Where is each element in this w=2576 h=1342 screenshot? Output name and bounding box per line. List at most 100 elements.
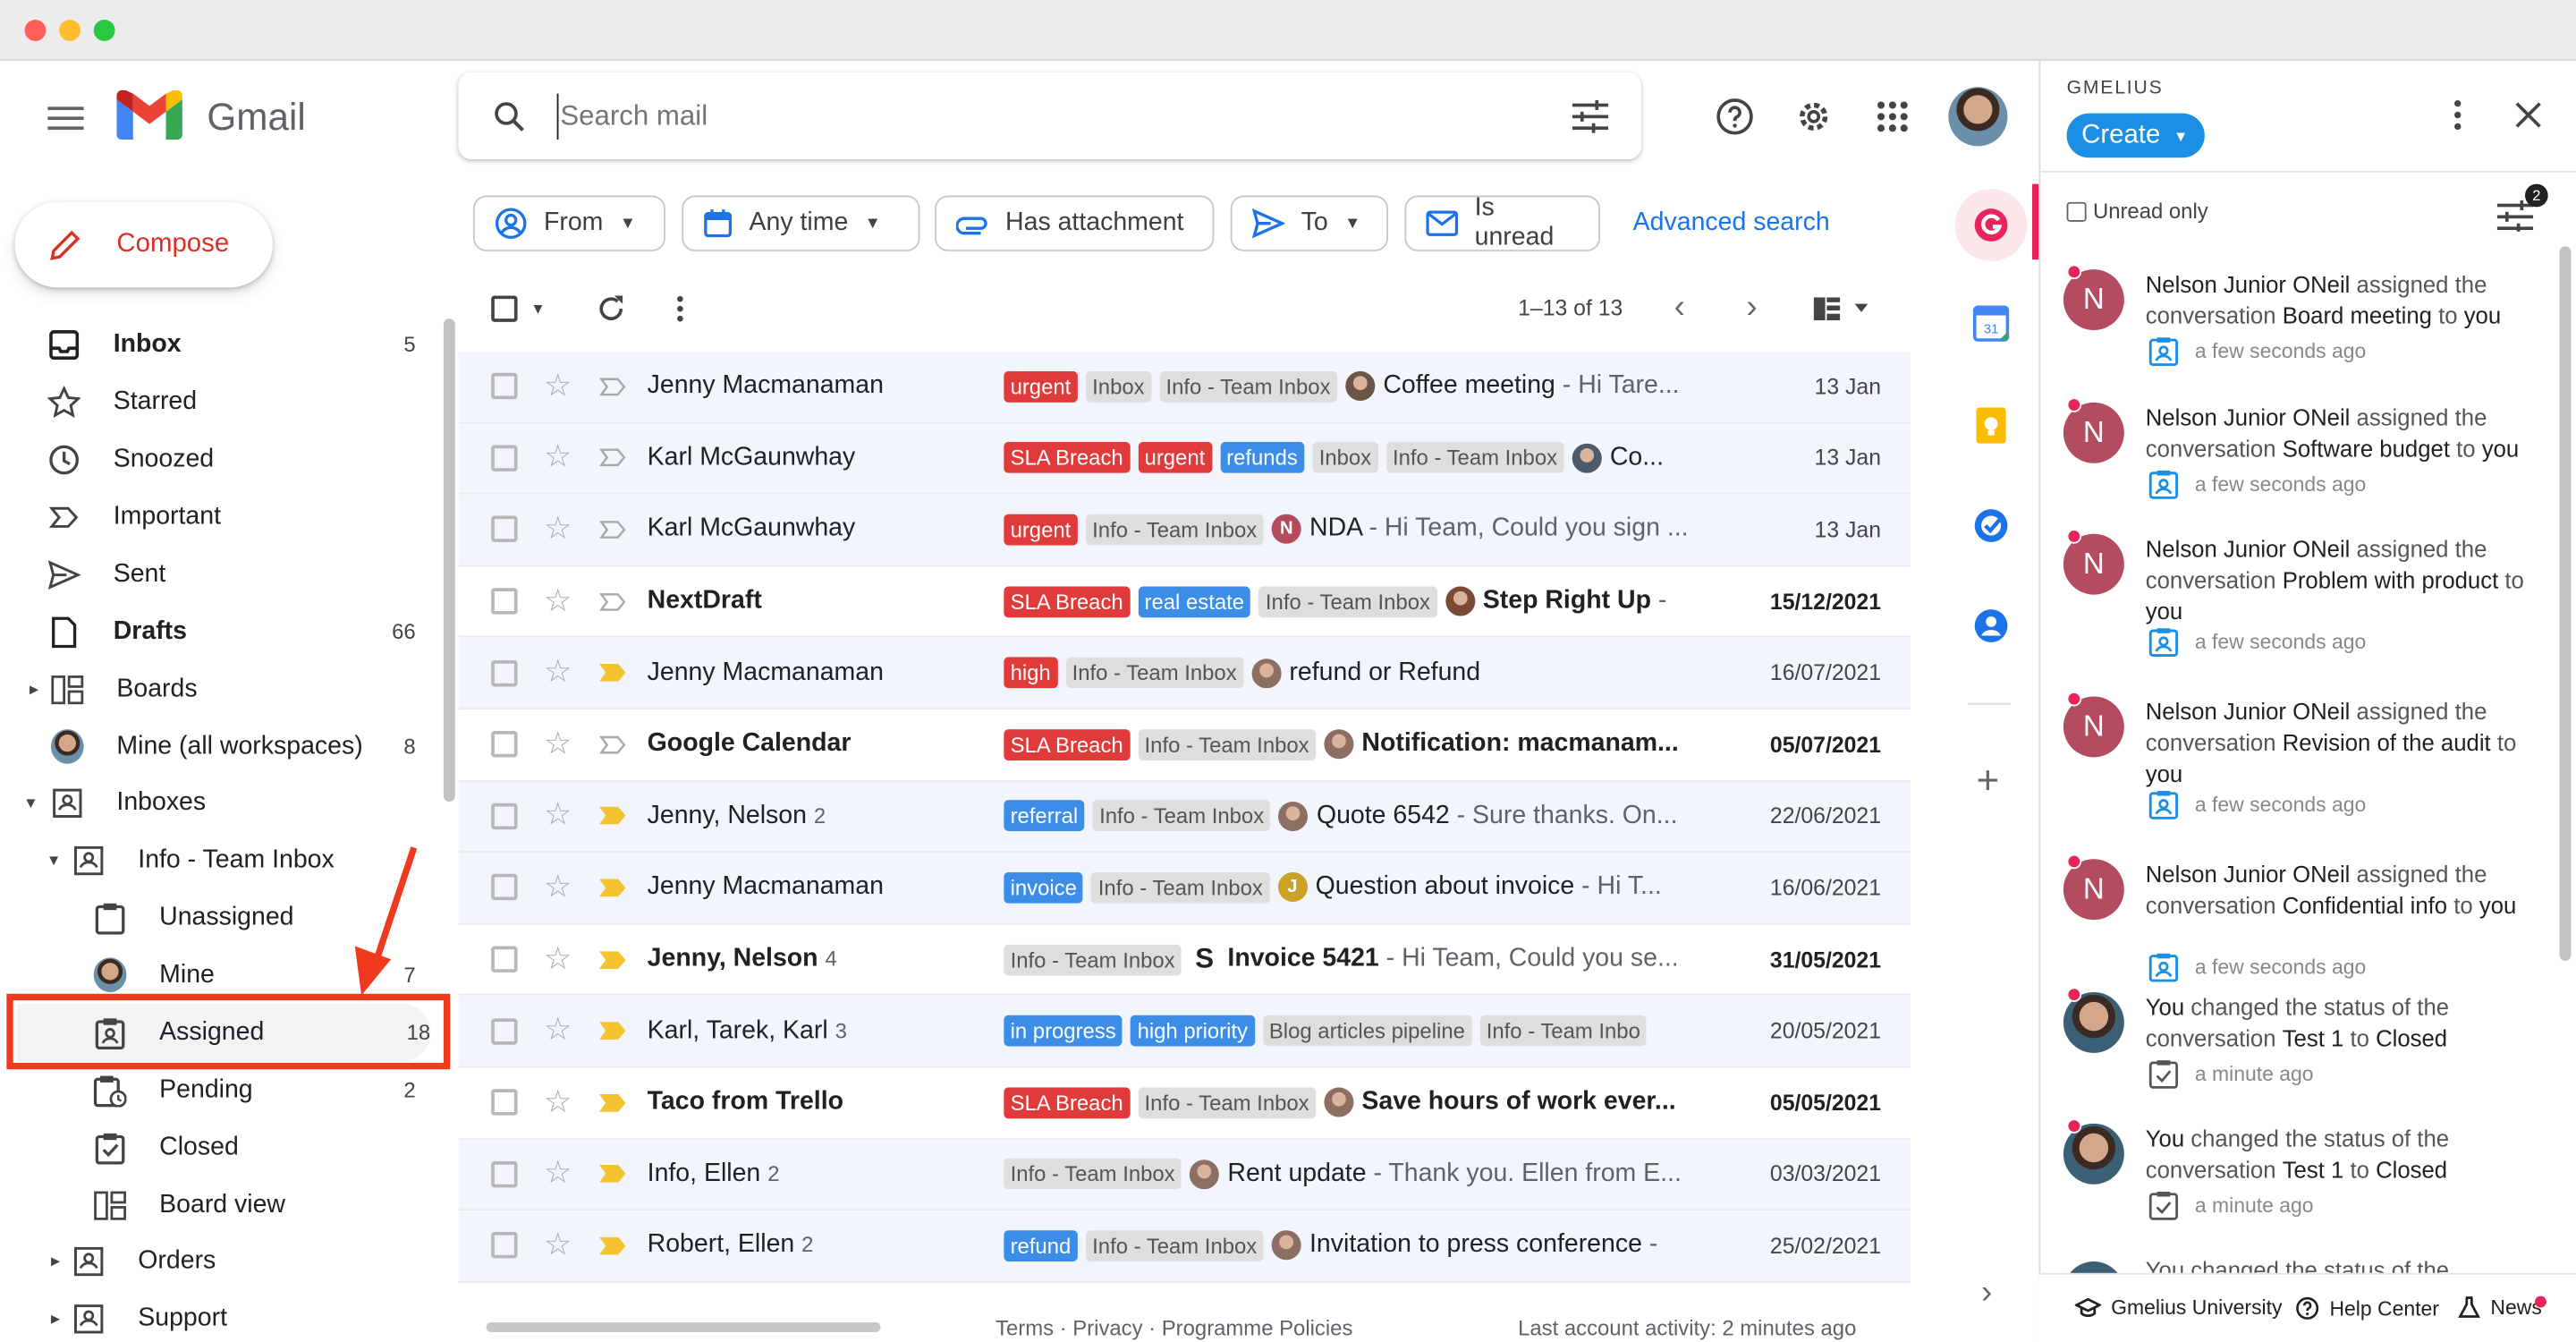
email-checkbox[interactable] bbox=[491, 874, 518, 902]
expand-caret-icon[interactable]: ▾ bbox=[26, 792, 35, 813]
horizontal-scrollbar[interactable] bbox=[486, 1321, 881, 1332]
star-icon[interactable]: ☆ bbox=[544, 801, 572, 832]
search-options-icon[interactable] bbox=[1569, 95, 1612, 138]
sidebar-item-inbox[interactable]: Inbox 5 bbox=[0, 316, 444, 373]
apps-grid-icon[interactable] bbox=[1871, 95, 1914, 138]
expand-panel-icon[interactable]: › bbox=[1981, 1277, 1992, 1310]
email-row[interactable]: ☆ Jenny Macmanaman high Info - Team Inbox… bbox=[458, 638, 1911, 710]
gmelius-active-icon[interactable] bbox=[1954, 189, 2028, 261]
notification-item[interactable]: N Nelson Junior ONeil assigned the conve… bbox=[2063, 397, 2548, 521]
sidebar-item-board-view[interactable]: Board view bbox=[0, 1176, 444, 1234]
notification-item[interactable]: N Nelson Junior ONeil assigned the conve… bbox=[2063, 264, 2548, 387]
search-bar[interactable] bbox=[458, 72, 1641, 160]
email-label-tag[interactable]: Info - Team Inbo bbox=[1479, 1015, 1648, 1047]
email-row[interactable]: ☆ Info, Ellen 2 Info - Team Inbox Rent u… bbox=[458, 1139, 1911, 1211]
notification-filter-icon[interactable] bbox=[2496, 199, 2534, 240]
email-label-tag[interactable]: high bbox=[1004, 657, 1058, 689]
email-row[interactable]: ☆ Jenny, Nelson 4 Info - Team Inbox S Inv… bbox=[458, 924, 1911, 997]
sidebar-item-important[interactable]: Important bbox=[0, 488, 444, 545]
older-page-icon[interactable]: › bbox=[1746, 291, 1757, 324]
gmelius-university-link[interactable]: Gmelius University bbox=[2074, 1296, 2283, 1319]
any-time-filter-chip[interactable]: Any time ▼ bbox=[682, 195, 920, 251]
from-filter-chip[interactable]: From ▼ bbox=[472, 195, 665, 251]
close-window-button[interactable] bbox=[24, 20, 47, 41]
importance-marker-icon[interactable] bbox=[599, 807, 626, 826]
importance-marker-icon[interactable] bbox=[599, 664, 626, 683]
notification-item[interactable]: N Nelson Junior ONeil assigned the conve… bbox=[2063, 529, 2548, 658]
more-options-icon[interactable] bbox=[675, 293, 685, 326]
importance-marker-icon[interactable] bbox=[599, 1165, 626, 1184]
newer-page-icon[interactable]: ‹ bbox=[1674, 291, 1685, 324]
email-checkbox[interactable] bbox=[491, 803, 518, 829]
panel-more-icon[interactable] bbox=[2453, 98, 2462, 140]
email-checkbox[interactable] bbox=[491, 445, 518, 471]
email-checkbox[interactable] bbox=[491, 1160, 518, 1188]
star-icon[interactable]: ☆ bbox=[544, 1087, 572, 1118]
email-row[interactable]: ☆ Karl McGaunwhay urgent Info - Team Inbo… bbox=[458, 494, 1911, 567]
select-all-checkbox[interactable] bbox=[491, 295, 518, 322]
sidebar-item-starred[interactable]: Starred bbox=[0, 373, 444, 430]
expand-caret-icon[interactable]: ▸ bbox=[30, 678, 38, 700]
minimize-window-button[interactable] bbox=[59, 20, 80, 41]
sidebar-item-support[interactable]: ▸ Support bbox=[0, 1289, 444, 1342]
maximize-window-button[interactable] bbox=[93, 20, 115, 41]
importance-marker-icon[interactable] bbox=[599, 378, 626, 395]
email-label-tag[interactable]: Blog articles pipeline bbox=[1262, 1015, 1472, 1047]
settings-gear-icon[interactable] bbox=[1792, 95, 1835, 138]
star-icon[interactable]: ☆ bbox=[544, 872, 572, 904]
help-center-link[interactable]: Help Center bbox=[2295, 1296, 2439, 1321]
email-label-tag[interactable]: SLA Breach bbox=[1004, 442, 1131, 474]
email-checkbox[interactable] bbox=[491, 1232, 518, 1260]
email-row[interactable]: ☆ Google Calendar SLA Breach Info - Team … bbox=[458, 709, 1911, 782]
email-label-tag[interactable]: urgent bbox=[1138, 442, 1212, 474]
star-icon[interactable]: ☆ bbox=[544, 586, 572, 617]
email-checkbox[interactable] bbox=[491, 373, 518, 400]
expand-caret-icon[interactable]: ▸ bbox=[51, 1307, 60, 1329]
sidebar-item-snoozed[interactable]: Snoozed bbox=[0, 430, 444, 488]
importance-marker-icon[interactable] bbox=[599, 1093, 626, 1112]
email-label-tag[interactable]: Inbox bbox=[1312, 442, 1378, 474]
star-icon[interactable]: ☆ bbox=[544, 371, 572, 403]
email-checkbox[interactable] bbox=[491, 1089, 518, 1117]
email-row[interactable]: ☆ NextDraft SLA Breach real estate Info - … bbox=[458, 566, 1911, 639]
email-row[interactable]: ☆ Karl, Tarek, Karl 3 in progress high pr… bbox=[458, 996, 1911, 1068]
email-label-tag[interactable]: referral bbox=[1004, 800, 1085, 832]
email-label-tag[interactable]: Info - Team Inbox bbox=[1385, 442, 1564, 474]
star-icon[interactable]: ☆ bbox=[544, 1015, 572, 1047]
notification-item[interactable]: N Nelson Junior ONeil assigned the conve… bbox=[2063, 854, 2548, 982]
importance-marker-icon[interactable] bbox=[599, 1022, 626, 1040]
email-label-tag[interactable]: Info - Team Inbox bbox=[1092, 800, 1271, 832]
email-label-tag[interactable]: Info - Team Inbox bbox=[1065, 657, 1244, 689]
star-icon[interactable]: ☆ bbox=[544, 729, 572, 760]
search-input[interactable] bbox=[556, 93, 1478, 140]
email-row[interactable]: ☆ Taco from Trello SLA Breach Info - Team… bbox=[458, 1067, 1911, 1140]
email-row[interactable]: ☆ Karl McGaunwhay SLA Breach urgent refund… bbox=[458, 422, 1911, 495]
email-label-tag[interactable]: real estate bbox=[1138, 585, 1251, 617]
add-addon-icon[interactable]: + bbox=[1977, 761, 2000, 802]
split-view-icon[interactable] bbox=[1813, 297, 1873, 328]
email-checkbox[interactable] bbox=[491, 946, 518, 973]
sidebar-item-pending[interactable]: Pending 2 bbox=[0, 1061, 444, 1118]
email-checkbox[interactable] bbox=[491, 516, 518, 543]
email-label-tag[interactable]: Info - Team Inbox bbox=[1159, 370, 1337, 403]
notification-item[interactable]: You changed the status of the conversati… bbox=[2063, 1118, 2548, 1242]
importance-marker-icon[interactable] bbox=[599, 521, 626, 539]
email-label-tag[interactable]: SLA Breach bbox=[1004, 585, 1131, 617]
close-panel-icon[interactable] bbox=[2513, 100, 2543, 138]
star-icon[interactable]: ☆ bbox=[544, 1230, 572, 1261]
email-label-tag[interactable]: invoice bbox=[1004, 871, 1084, 904]
email-row[interactable]: ☆ Jenny Macmanaman invoice Info - Team In… bbox=[458, 853, 1911, 925]
importance-marker-icon[interactable] bbox=[599, 449, 626, 467]
star-icon[interactable]: ☆ bbox=[544, 1159, 572, 1190]
sidebar-item-boards[interactable]: ▸ Boards bbox=[0, 660, 444, 718]
star-icon[interactable]: ☆ bbox=[544, 514, 572, 546]
email-label-tag[interactable]: Info - Team Inbox bbox=[1138, 1087, 1316, 1118]
has-attachment-filter-chip[interactable]: Has attachment bbox=[935, 195, 1215, 251]
sidebar-item-inboxes[interactable]: ▾ Inboxes bbox=[0, 774, 444, 831]
email-label-tag[interactable]: Inbox bbox=[1085, 370, 1151, 403]
email-label-tag[interactable]: Info - Team Inbox bbox=[1258, 585, 1437, 617]
email-checkbox[interactable] bbox=[491, 588, 518, 615]
importance-marker-icon[interactable] bbox=[599, 950, 626, 969]
star-icon[interactable]: ☆ bbox=[544, 658, 572, 689]
compose-button[interactable]: Compose bbox=[14, 201, 273, 288]
